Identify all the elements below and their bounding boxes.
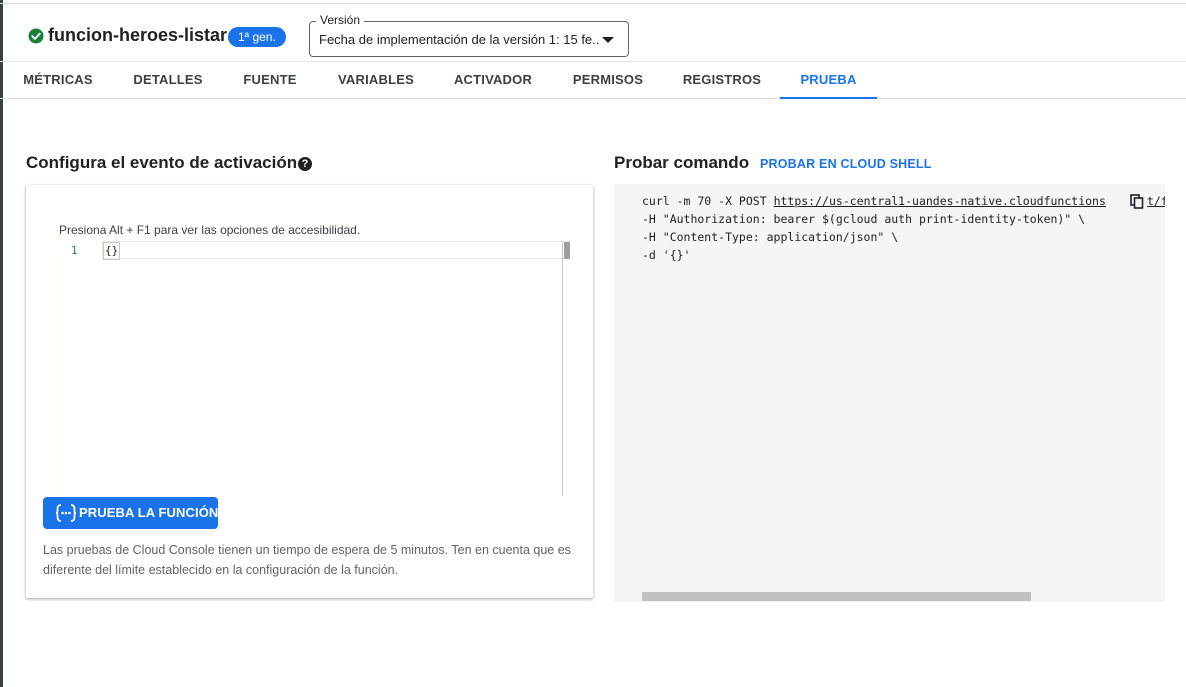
editor-code[interactable]: {}	[103, 242, 121, 260]
json-editor[interactable]: Presiona Alt + F1 para ver las opciones …	[58, 222, 576, 496]
command-url-overflow: t/f	[1147, 194, 1165, 208]
window-left-border	[0, 0, 3, 687]
command-section-title: Probar comando	[614, 153, 750, 172]
editor-scrollbar-track	[562, 241, 563, 496]
check-circle-icon	[28, 28, 44, 44]
command-line-3: -H "Content-Type: application/json" \	[642, 230, 899, 244]
timeout-note: Las pruebas de Cloud Console tienen un t…	[43, 543, 571, 577]
tab-variables[interactable]: VARIABLES	[331, 62, 421, 99]
command-horizontal-scrollbar[interactable]	[642, 592, 1031, 601]
trigger-section-title: Configura el evento de activación	[26, 153, 298, 172]
tab-activador[interactable]: ACTIVADOR	[447, 62, 539, 99]
command-panel: curl -m 70 -X POST https://us-central1-u…	[614, 184, 1165, 602]
function-name: funcion-heroes-listar	[48, 25, 228, 45]
editor-scrollbar[interactable]	[564, 242, 570, 259]
trigger-event-card: Presiona Alt + F1 para ver las opciones …	[26, 185, 593, 598]
command-line-1: curl -m 70 -X POST https://us-central1-u…	[642, 194, 1106, 208]
test-function-button-label: PRUEBA LA FUNCIÓN	[79, 505, 219, 520]
chevron-down-icon	[602, 37, 614, 43]
command-line-2: -H "Authorization: bearer $(gcloud auth …	[642, 212, 1086, 226]
copy-icon[interactable]	[1130, 194, 1144, 209]
version-select-value: Fecha de implementación de la versión 1:…	[319, 32, 599, 47]
tab-permisos[interactable]: PERMISOS	[566, 62, 650, 99]
version-select[interactable]: Versión Fecha de implementación de la ve…	[309, 13, 629, 57]
tab-detalles[interactable]: DETALLES	[127, 62, 209, 99]
accessibility-hint: Presiona Alt + F1 para ver las opciones …	[59, 223, 361, 237]
function-header: funcion-heroes-listar 1ª gen. Versión Fe…	[0, 4, 1186, 61]
code-braces-icon	[55, 504, 77, 522]
generation-badge: 1ª gen.	[228, 27, 286, 47]
try-in-cloud-shell-link[interactable]: PROBAR EN CLOUD SHELL	[760, 157, 932, 171]
tab-prueba[interactable]: PRUEBA	[780, 62, 877, 99]
tab-registros[interactable]: REGISTROS	[677, 62, 767, 99]
test-function-button[interactable]: PRUEBA LA FUNCIÓN	[43, 497, 218, 529]
tab-metricas[interactable]: MÉTRICAS	[14, 62, 102, 99]
command-line-1-prefix: curl -m 70 -X POST	[642, 194, 774, 208]
command-url[interactable]: https://us-central1-uandes-native.cloudf…	[774, 194, 1106, 208]
tab-fuente[interactable]: FUENTE	[236, 62, 304, 99]
version-select-label: Versión	[316, 13, 365, 27]
line-number: 1	[71, 244, 78, 257]
help-icon[interactable]: ?	[298, 157, 312, 171]
command-line-4: -d '{}'	[642, 248, 691, 262]
tab-bar: MÉTRICAS DETALLES FUENTE VARIABLES ACTIV…	[0, 61, 1186, 99]
editor-current-line[interactable]: {}	[102, 241, 570, 260]
